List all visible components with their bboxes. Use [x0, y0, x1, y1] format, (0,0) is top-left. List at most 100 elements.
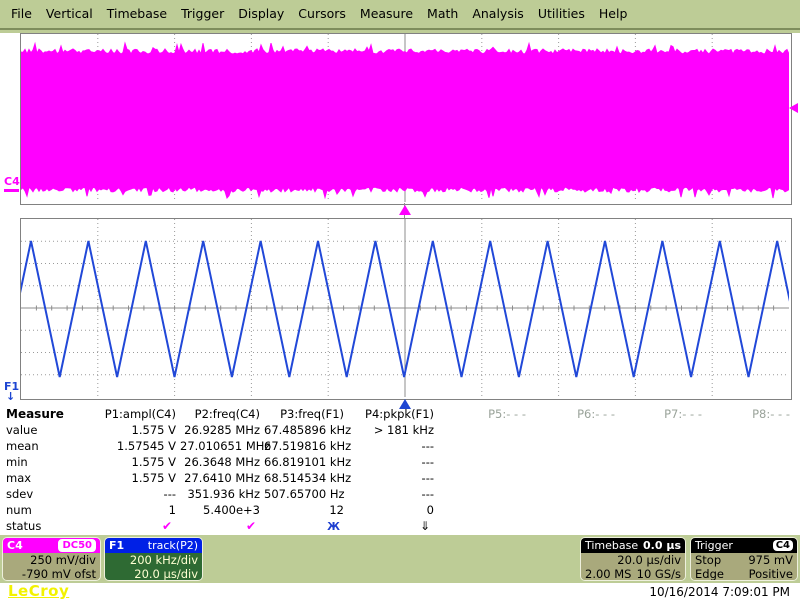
measure-col-header-p1[interactable]: P1:ampl(C4) — [95, 406, 180, 422]
menu-item-help[interactable]: Help — [592, 0, 635, 28]
timebase-descriptor-box[interactable]: Timebase 0.0 µs 20.0 µs/div 2.00 MS 10 G… — [580, 537, 686, 581]
measure-p6-status-icon — [530, 518, 619, 534]
descriptor-strip: C4 DC50 250 mV/div -790 mV ofst F1 track… — [0, 535, 800, 583]
measure-p3-min: 66.819101 kHz — [264, 454, 348, 470]
measure-p8-max — [706, 470, 794, 486]
measure-p5-mean — [438, 438, 530, 454]
trigger-descriptor-box[interactable]: Trigger C4 Stop 975 mV Edge Positive — [690, 537, 798, 581]
trigger-level: 975 mV — [748, 553, 793, 567]
menu-item-measure[interactable]: Measure — [353, 0, 420, 28]
measure-p4-mean: --- — [348, 438, 438, 454]
measure-p3-status-icon: Ж — [264, 518, 348, 534]
measure-p1-sdev: --- — [95, 486, 180, 502]
measure-p5-max — [438, 470, 530, 486]
menu-item-analysis[interactable]: Analysis — [465, 0, 531, 28]
measure-p5-status-icon — [438, 518, 530, 534]
measure-p7-value — [619, 422, 706, 438]
measure-p7-status-icon — [619, 518, 706, 534]
measure-p5-min — [438, 454, 530, 470]
menu-item-timebase[interactable]: Timebase — [100, 0, 174, 28]
measure-p8-value — [706, 422, 794, 438]
trigger-slope: Positive — [749, 567, 793, 581]
measure-col-header-p6[interactable]: P6:- - - — [530, 406, 619, 422]
c4-volts-per-div: 250 mV/div — [7, 553, 96, 567]
oscilloscope-screen: FileVerticalTimebaseTriggerDisplayCursor… — [0, 0, 800, 600]
f1-descriptor-box[interactable]: F1 track(P2) 200 kHz/div 20.0 µs/div — [104, 537, 203, 581]
lecroy-logo: LeCroy — [8, 582, 69, 600]
c4-descriptor-name: C4 — [7, 538, 23, 553]
timebase-rate: 10 GS/s — [637, 567, 681, 581]
measure-p3-value: 67.485896 kHz — [264, 422, 348, 438]
measure-table: MeasureP1:ampl(C4)P2:freq(C4)P3:freq(F1)… — [0, 406, 800, 534]
menu-item-math[interactable]: Math — [420, 0, 465, 28]
trigger-time-marker-icon[interactable] — [399, 205, 411, 215]
measure-p3-max: 68.514534 kHz — [264, 470, 348, 486]
measure-p5-num — [438, 502, 530, 518]
timebase-samples: 2.00 MS — [585, 567, 631, 581]
menu-bar: FileVerticalTimebaseTriggerDisplayCursor… — [0, 0, 800, 33]
c4-trace — [21, 34, 789, 202]
measure-p2-sdev: 351.936 kHz — [180, 486, 264, 502]
f1-waveform-grid[interactable] — [20, 218, 792, 400]
menu-item-cursors[interactable]: Cursors — [291, 0, 353, 28]
measure-col-header-p7[interactable]: P7:- - - — [619, 406, 706, 422]
measure-p1-status-icon: ✔ — [95, 518, 180, 534]
menu-item-display[interactable]: Display — [231, 0, 291, 28]
c4-descriptor-box[interactable]: C4 DC50 250 mV/div -790 mV ofst — [2, 537, 101, 581]
measure-p6-value — [530, 422, 619, 438]
measure-p2-mean: 27.010651 MHz — [180, 438, 264, 454]
timebase-name: Timebase — [585, 538, 638, 553]
menu-item-vertical[interactable]: Vertical — [39, 0, 100, 28]
measure-p7-sdev — [619, 486, 706, 502]
measure-col-header-p3[interactable]: P3:freq(F1) — [264, 406, 348, 422]
measure-p6-max — [530, 470, 619, 486]
measure-p8-min — [706, 454, 794, 470]
measure-p7-min — [619, 454, 706, 470]
measure-col-header-p5[interactable]: P5:- - - — [438, 406, 530, 422]
measure-p6-sdev — [530, 486, 619, 502]
menu-item-file[interactable]: File — [4, 0, 39, 28]
timestamp: 10/16/2014 7:09:01 PM — [649, 585, 790, 599]
measure-p6-mean — [530, 438, 619, 454]
measure-p7-mean — [619, 438, 706, 454]
measure-p1-value: 1.575 V — [95, 422, 180, 438]
measure-p2-status-icon: ✔ — [180, 518, 264, 534]
trigger-level-marker-icon[interactable] — [789, 103, 798, 113]
c4-waveform-grid[interactable] — [20, 33, 792, 205]
measure-p1-num: 1 — [95, 502, 180, 518]
menu-item-utilities[interactable]: Utilities — [531, 0, 592, 28]
measure-p3-num: 12 — [264, 502, 348, 518]
measure-p5-value — [438, 422, 530, 438]
measure-row-label-min: min — [0, 454, 95, 470]
trigger-type: Edge — [695, 567, 724, 581]
f1-trace — [21, 219, 789, 397]
measure-row-label-max: max — [0, 470, 95, 486]
measure-p4-max: --- — [348, 470, 438, 486]
f1-offset-down-arrow-icon: ↓ — [6, 390, 15, 403]
trigger-name: Trigger — [695, 538, 733, 553]
measure-p4-sdev: --- — [348, 486, 438, 502]
measure-col-header-p2[interactable]: P2:freq(C4) — [180, 406, 264, 422]
c4-channel-label[interactable]: C4 — [4, 175, 20, 188]
measure-p2-num: 5.400e+3 — [180, 502, 264, 518]
measure-p3-mean: 67.519816 kHz — [264, 438, 348, 454]
measure-col-header-p4[interactable]: P4:pkpk(F1) — [348, 406, 438, 422]
measure-p3-sdev: 507.65700 Hz — [264, 486, 348, 502]
measure-p8-sdev — [706, 486, 794, 502]
trigger-mode: Stop — [695, 553, 721, 567]
timebase-delay: 0.0 µs — [643, 538, 681, 553]
measure-p8-num — [706, 502, 794, 518]
c4-offset-indicator[interactable] — [4, 189, 19, 192]
measure-row-label-num: num — [0, 502, 95, 518]
measure-p5-sdev — [438, 486, 530, 502]
measure-p2-value: 26.9285 MHz — [180, 422, 264, 438]
measure-p4-num: 0 — [348, 502, 438, 518]
timebase-per-div: 20.0 µs/div — [585, 553, 681, 567]
f1-descriptor-name: F1 — [109, 538, 124, 553]
measure-p1-mean: 1.57545 V — [95, 438, 180, 454]
measure-p4-status-icon: ⇓ — [348, 518, 438, 534]
f1-units-per-div: 200 kHz/div — [109, 553, 198, 567]
menu-item-trigger[interactable]: Trigger — [174, 0, 231, 28]
trigger-source-badge: C4 — [773, 540, 793, 551]
measure-col-header-p8[interactable]: P8:- - - — [706, 406, 794, 422]
